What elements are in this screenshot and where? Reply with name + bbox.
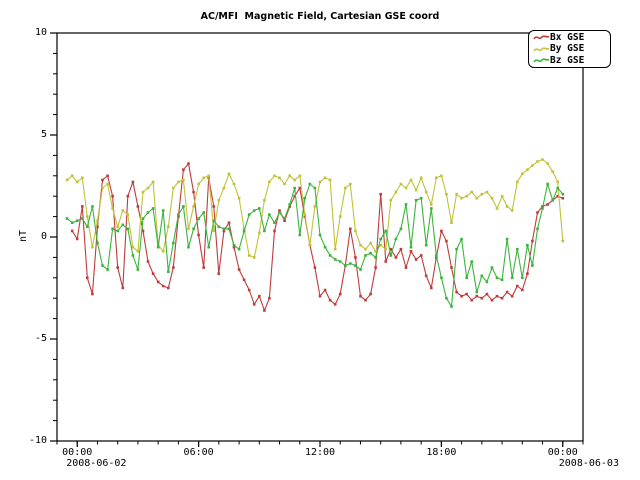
- series-line-bz: [67, 184, 563, 306]
- y-tick-label: 0: [13, 231, 47, 243]
- legend-label-bx: Bx GSE: [550, 33, 584, 43]
- y-tick-label: 10: [13, 27, 47, 39]
- x-tick-label: 18:00: [421, 447, 461, 458]
- plot-frame: [57, 33, 583, 441]
- y-tick-label: -10: [13, 435, 47, 447]
- series-line-bx: [72, 164, 563, 311]
- legend-item-by: By GSE: [533, 44, 610, 56]
- x-date-label: 2008-06-02: [66, 458, 138, 469]
- legend-item-bx: Bx GSE: [533, 32, 610, 44]
- bz-line-marker-icon: [533, 56, 550, 65]
- legend-item-bz: Bz GSE: [533, 55, 610, 67]
- plot-window: AC/MFI Magnetic Field, Cartesian GSE coo…: [0, 0, 640, 480]
- x-tick-label: 12:00: [300, 447, 340, 458]
- y-tick-label: 5: [13, 129, 47, 141]
- x-date-label: 2008-06-03: [559, 458, 631, 469]
- bx-line-marker-icon: [533, 33, 550, 42]
- legend-label-by: By GSE: [550, 44, 584, 54]
- legend-label-bz: Bz GSE: [550, 56, 584, 66]
- x-tick-label: 06:00: [179, 447, 219, 458]
- legend-box: Bx GSE By GSE Bz GSE: [528, 30, 611, 68]
- x-tick-label: 00:00: [543, 447, 583, 458]
- bz-marker-path: [534, 59, 549, 62]
- by-line-marker-icon: [533, 45, 550, 54]
- x-tick-label: 00:00: [57, 447, 97, 458]
- series-line-by: [67, 160, 563, 258]
- plot-canvas: [0, 0, 640, 480]
- by-marker-path: [534, 48, 549, 51]
- y-tick-label: -5: [13, 333, 47, 345]
- series-markers-bx: [71, 162, 564, 311]
- bx-marker-path: [534, 36, 549, 39]
